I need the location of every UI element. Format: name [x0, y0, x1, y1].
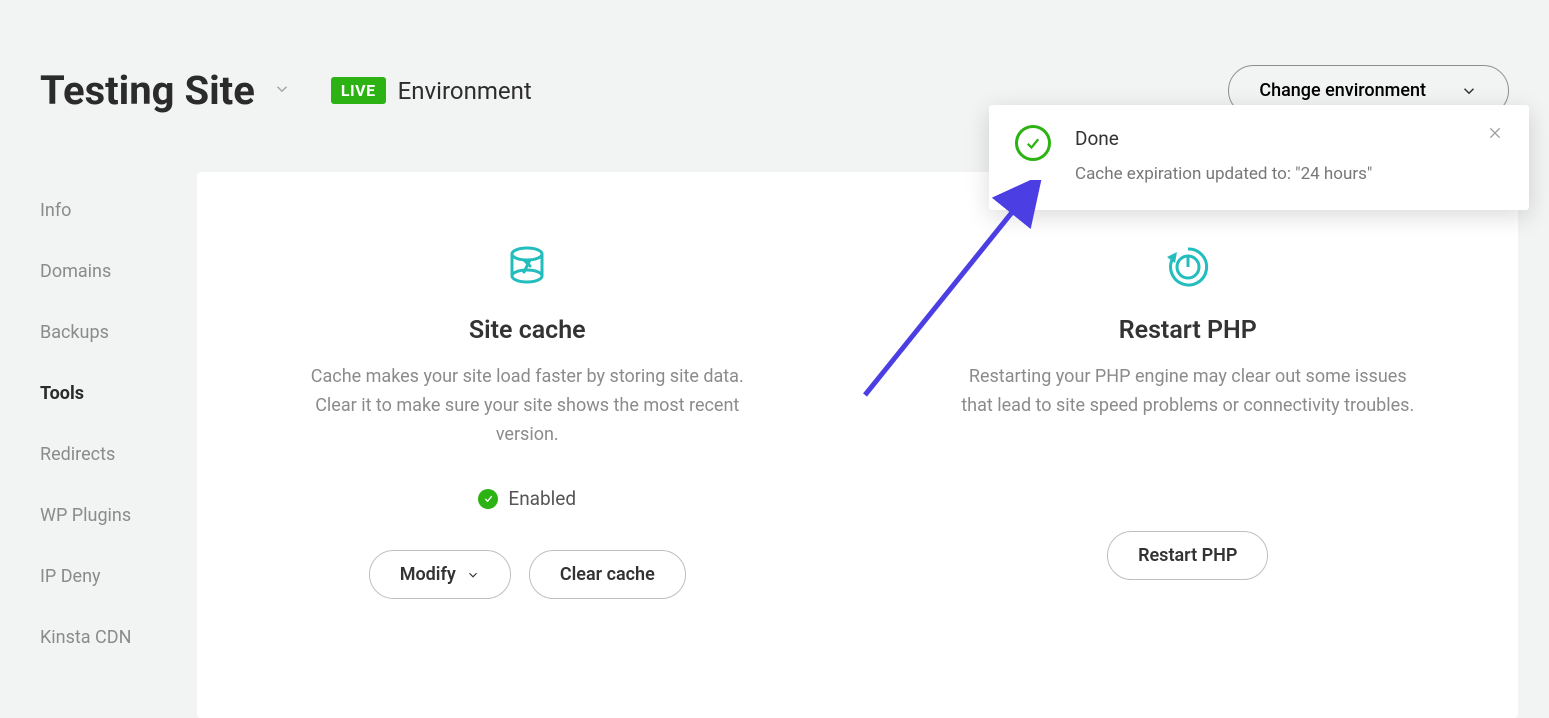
restart-php-label: Restart PHP [1138, 545, 1237, 566]
check-circle-icon [478, 489, 498, 509]
restart-icon [1163, 242, 1213, 292]
sidebar-item-wp-plugins[interactable]: WP Plugins [40, 505, 131, 526]
chevron-down-icon[interactable] [273, 80, 291, 102]
sidebar-item-tools[interactable]: Tools [40, 383, 131, 404]
restart-php-button[interactable]: Restart PHP [1107, 531, 1268, 580]
page-header: Testing Site LIVE Environment Change env… [0, 0, 1549, 116]
environment-label: Environment [398, 77, 532, 105]
cache-status-label: Enabled [508, 487, 576, 510]
tools-panel-card: Site cache Cache makes your site load fa… [197, 172, 1518, 718]
sidebar-item-ip-deny[interactable]: IP Deny [40, 566, 131, 587]
clear-cache-button[interactable]: Clear cache [529, 550, 686, 599]
sidebar-item-kinsta-cdn[interactable]: Kinsta CDN [40, 627, 131, 648]
sidebar-item-domains[interactable]: Domains [40, 261, 131, 282]
cache-actions: Modify Clear cache [369, 550, 686, 599]
sidebar-item-info[interactable]: Info [40, 200, 131, 221]
site-cache-description: Cache makes your site load faster by sto… [297, 363, 757, 449]
site-title-group: Testing Site [40, 67, 291, 114]
cache-status: Enabled [478, 487, 576, 510]
toast-title: Done [1075, 127, 1463, 150]
sidebar: Info Domains Backups Tools Redirects WP … [40, 200, 131, 648]
modify-label: Modify [400, 564, 456, 585]
panel-restart-php: Restart PHP Restarting your PHP engine m… [858, 172, 1519, 718]
chevron-down-icon [1460, 82, 1478, 100]
chevron-down-icon [466, 568, 480, 582]
restart-php-description: Restarting your PHP engine may clear out… [958, 363, 1418, 421]
site-title: Testing Site [40, 67, 255, 114]
site-cache-title: Site cache [469, 316, 586, 345]
success-icon [1015, 125, 1051, 184]
restart-php-title: Restart PHP [1119, 316, 1257, 345]
modify-cache-button[interactable]: Modify [369, 550, 511, 599]
toast-notification: Done Cache expiration updated to: "24 ho… [989, 105, 1529, 210]
toast-body: Done Cache expiration updated to: "24 ho… [1075, 125, 1463, 184]
panel-site-cache: Site cache Cache makes your site load fa… [197, 172, 858, 718]
php-actions: Restart PHP [1107, 531, 1268, 580]
live-badge: LIVE [331, 77, 386, 104]
sidebar-item-backups[interactable]: Backups [40, 322, 131, 343]
close-icon[interactable] [1487, 125, 1503, 184]
change-environment-label: Change environment [1259, 80, 1426, 101]
sidebar-item-redirects[interactable]: Redirects [40, 444, 131, 465]
cache-icon [502, 242, 552, 292]
clear-cache-label: Clear cache [560, 564, 655, 585]
toast-message: Cache expiration updated to: "24 hours" [1075, 164, 1463, 184]
